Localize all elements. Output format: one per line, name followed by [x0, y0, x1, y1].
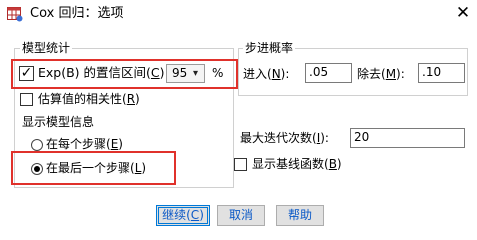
stepwise-probability-title: 步进概率 — [243, 41, 296, 55]
max-iterations-input[interactable]: 20 — [350, 128, 465, 148]
correlation-checkbox[interactable] — [20, 93, 33, 106]
baseline-function-label[interactable]: 显示基线函数(B) — [252, 156, 342, 172]
removal-probability-input[interactable]: .10 — [418, 63, 465, 83]
close-icon[interactable]: ✕ — [455, 4, 471, 22]
window-title: Cox 回归：选项 — [30, 6, 124, 21]
max-iterations-label: 最大迭代次数(I): — [240, 131, 329, 145]
help-button[interactable]: 帮助 — [276, 205, 324, 226]
ci-highlight-box — [11, 59, 238, 89]
each-step-label[interactable]: 在每个步骤(E) — [46, 136, 123, 152]
cancel-button[interactable]: 取消 — [217, 205, 265, 226]
entry-label: 进入(N): — [243, 67, 290, 81]
display-model-info-heading: 显示模型信息 — [22, 115, 95, 129]
removal-label: 除去(M): — [357, 67, 405, 81]
correlation-label[interactable]: 估算值的相关性(R) — [38, 91, 140, 107]
last-step-highlight-box — [11, 151, 176, 185]
spss-table-icon — [7, 6, 23, 22]
each-step-radio[interactable] — [31, 139, 43, 151]
continue-button[interactable]: 继续(C) — [156, 205, 210, 226]
baseline-function-checkbox[interactable] — [234, 158, 247, 171]
model-statistics-title: 模型统计 — [20, 41, 73, 55]
entry-probability-input[interactable]: .05 — [305, 63, 352, 83]
